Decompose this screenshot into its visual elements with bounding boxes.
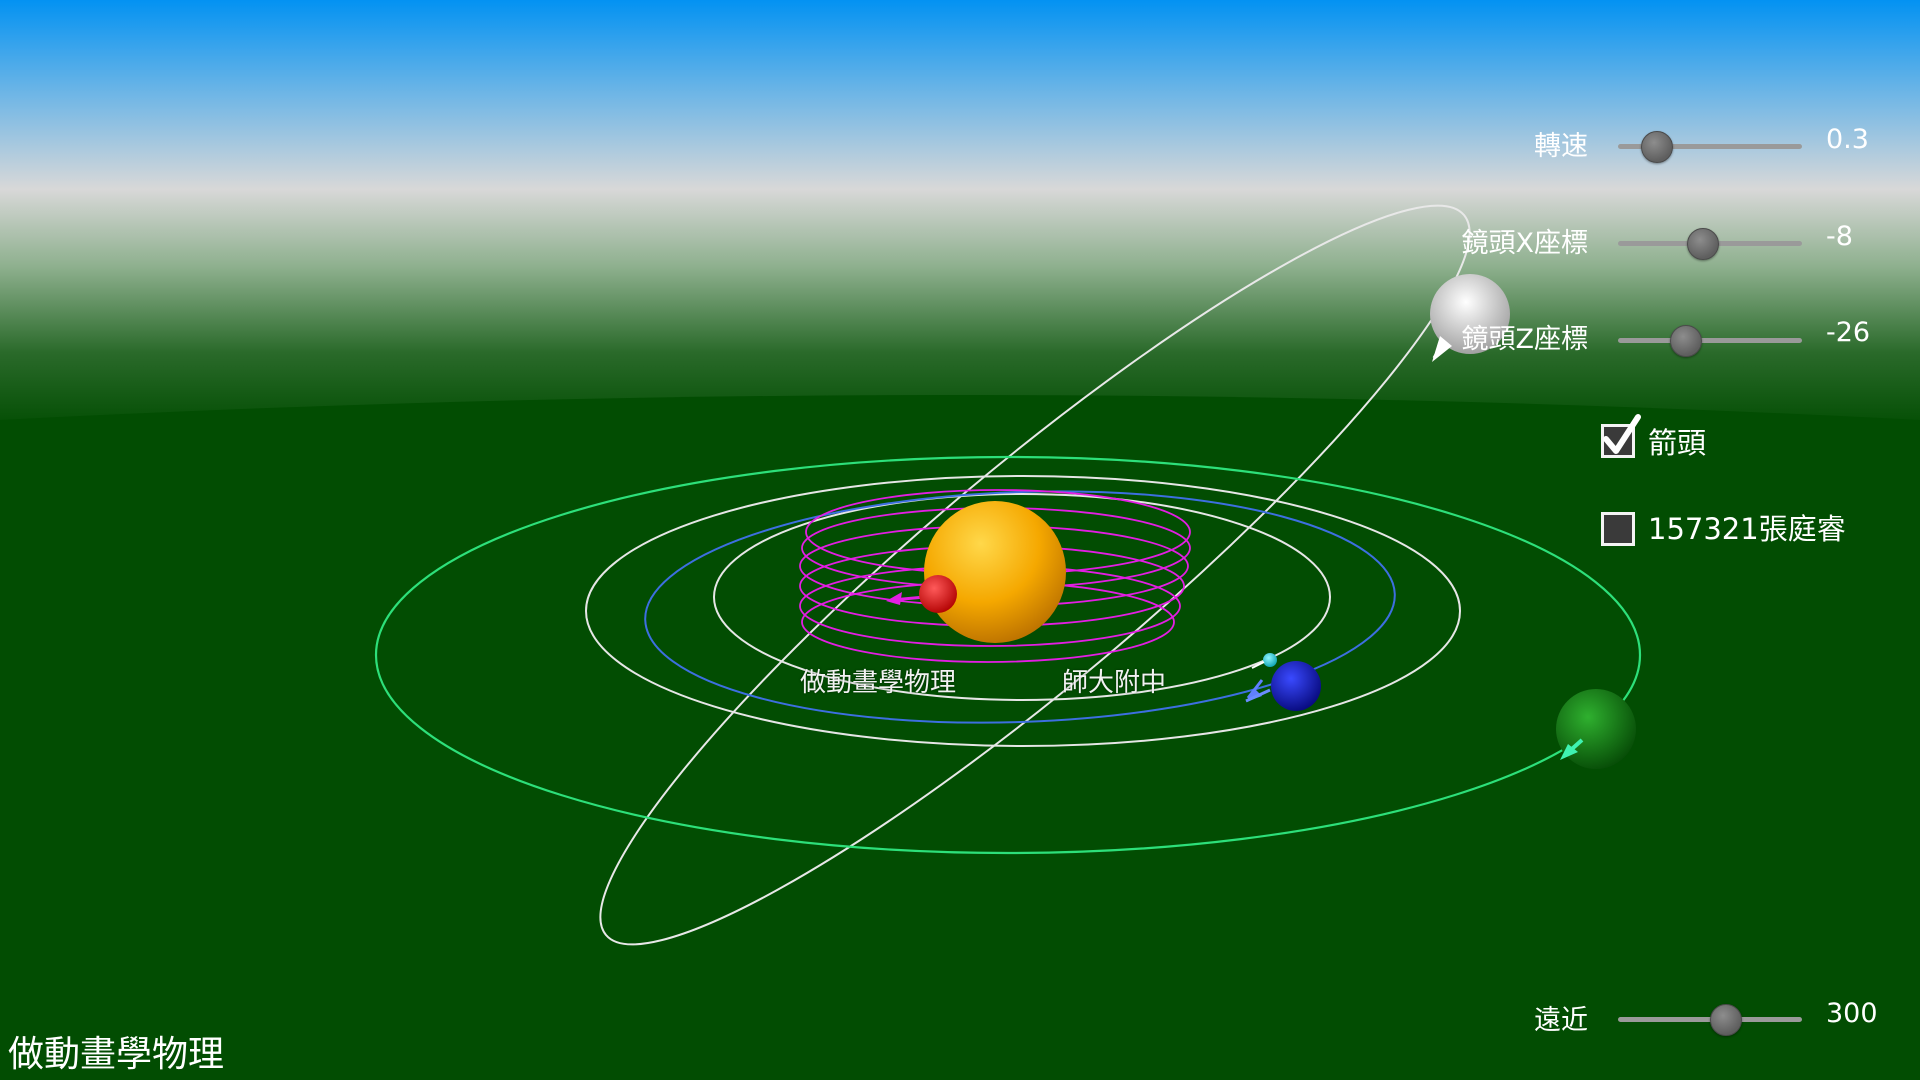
camera-z-label: 鏡頭Z座標 — [1461, 324, 1589, 355]
camera-x-label: 鏡頭X座標 — [1461, 228, 1589, 259]
speed-label: 轉速 — [1534, 131, 1588, 162]
distance-label: 遠近 — [1534, 1005, 1588, 1036]
sky-background — [0, 0, 1920, 430]
distance-value: 300 — [1826, 998, 1878, 1029]
speed-value: 0.3 — [1826, 124, 1869, 155]
student-label: 157321張庭睿 — [1648, 512, 1846, 546]
check-icon — [1603, 414, 1641, 454]
arrows-checkbox[interactable] — [1601, 414, 1641, 458]
camera-z-slider-track[interactable] — [1618, 338, 1802, 343]
scene-label-physics: 做動畫學物理 — [800, 668, 957, 698]
scene-label-school: 師大附中 — [1062, 668, 1167, 698]
arrows-label: 箭頭 — [1648, 426, 1707, 460]
camera-x-value: -8 — [1826, 221, 1853, 252]
student-checkbox[interactable] — [1601, 512, 1635, 546]
green-planet — [1556, 689, 1636, 769]
watermark-text: 做動畫學物理 — [8, 1034, 225, 1075]
speed-slider-knob[interactable] — [1641, 131, 1674, 163]
camera-z-value: -26 — [1826, 317, 1871, 348]
sun — [924, 501, 1066, 643]
